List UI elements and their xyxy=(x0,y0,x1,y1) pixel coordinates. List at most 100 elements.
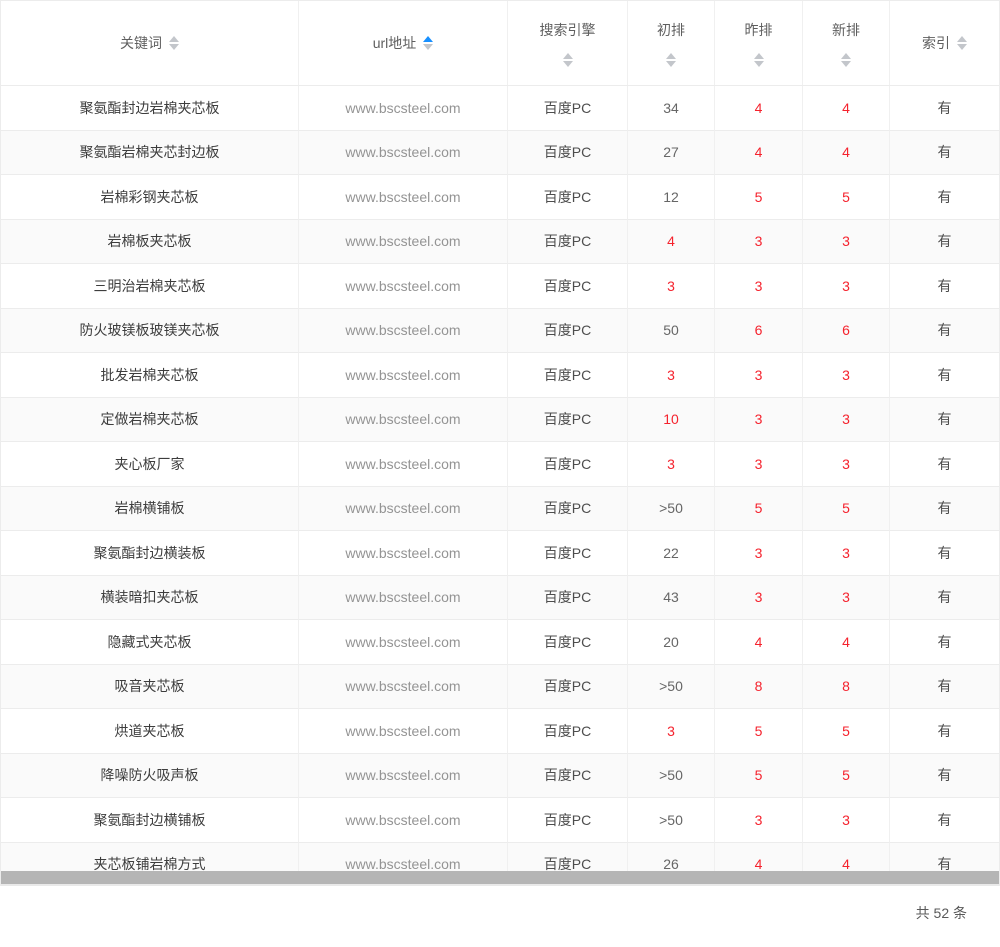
init-rank-cell: >50 xyxy=(628,754,715,799)
url-cell: www.bscsteel.com xyxy=(299,264,508,309)
table-row: 夹芯板铺岩棉方式www.bscsteel.com百度PC2644有 xyxy=(1,843,999,873)
engine-cell: 百度PC xyxy=(508,398,628,443)
keyword-cell: 聚氨酯封边横装板 xyxy=(1,531,299,576)
sort-carets-icon[interactable] xyxy=(666,53,676,67)
init-rank-cell: >50 xyxy=(628,665,715,710)
init-rank-cell: 10 xyxy=(628,398,715,443)
url-cell: www.bscsteel.com xyxy=(299,220,508,265)
url-cell: www.bscsteel.com xyxy=(299,131,508,176)
keyword-cell: 定做岩棉夹芯板 xyxy=(1,398,299,443)
keyword-cell: 三明治岩棉夹芯板 xyxy=(1,264,299,309)
sort-carets-icon[interactable] xyxy=(841,53,851,67)
url-cell: www.bscsteel.com xyxy=(299,175,508,220)
sort-carets-icon[interactable] xyxy=(754,53,764,67)
column-label-yesterday-rank: 昨排 xyxy=(745,20,773,40)
init-rank-cell: 50 xyxy=(628,309,715,354)
prev-rank-cell: 3 xyxy=(715,220,803,265)
url-cell: www.bscsteel.com xyxy=(299,442,508,487)
table-row: 隐藏式夹芯板www.bscsteel.com百度PC2044有 xyxy=(1,620,999,665)
engine-cell: 百度PC xyxy=(508,220,628,265)
init-rank-cell: >50 xyxy=(628,487,715,532)
keyword-cell: 岩棉彩钢夹芯板 xyxy=(1,175,299,220)
new-rank-cell: 3 xyxy=(803,398,890,443)
table-row: 吸音夹芯板www.bscsteel.com百度PC>5088有 xyxy=(1,665,999,710)
keyword-cell: 夹芯板铺岩棉方式 xyxy=(1,843,299,873)
init-rank-cell: 3 xyxy=(628,442,715,487)
init-rank-cell: 26 xyxy=(628,843,715,873)
table-row: 横装暗扣夹芯板www.bscsteel.com百度PC4333有 xyxy=(1,576,999,621)
table-body: 聚氨酯封边岩棉夹芯板www.bscsteel.com百度PC3444有聚氨酯岩棉… xyxy=(1,86,999,872)
sort-carets-icon[interactable] xyxy=(169,36,179,50)
column-label-url: url地址 xyxy=(373,33,417,53)
column-header-new-rank[interactable]: 新排 xyxy=(803,1,890,85)
url-cell: www.bscsteel.com xyxy=(299,576,508,621)
table-row: 定做岩棉夹芯板www.bscsteel.com百度PC1033有 xyxy=(1,398,999,443)
index-cell: 有 xyxy=(890,309,999,354)
engine-cell: 百度PC xyxy=(508,264,628,309)
column-header-url[interactable]: url地址 xyxy=(299,1,508,85)
engine-cell: 百度PC xyxy=(508,798,628,843)
index-cell: 有 xyxy=(890,131,999,176)
column-header-initial-rank[interactable]: 初排 xyxy=(628,1,715,85)
sort-carets-icon[interactable] xyxy=(563,53,573,67)
index-cell: 有 xyxy=(890,398,999,443)
column-header-keyword[interactable]: 关键词 xyxy=(1,1,299,85)
column-header-yesterday-rank[interactable]: 昨排 xyxy=(715,1,803,85)
new-rank-cell: 5 xyxy=(803,709,890,754)
engine-cell: 百度PC xyxy=(508,175,628,220)
keyword-cell: 烘道夹芯板 xyxy=(1,709,299,754)
index-cell: 有 xyxy=(890,531,999,576)
engine-cell: 百度PC xyxy=(508,487,628,532)
index-cell: 有 xyxy=(890,442,999,487)
init-rank-cell: 3 xyxy=(628,709,715,754)
column-label-initial-rank: 初排 xyxy=(657,20,685,40)
init-rank-cell: 4 xyxy=(628,220,715,265)
horizontal-scrollbar[interactable] xyxy=(1,871,999,886)
engine-cell: 百度PC xyxy=(508,131,628,176)
scrollbar-thumb[interactable] xyxy=(1,871,999,884)
new-rank-cell: 5 xyxy=(803,175,890,220)
engine-cell: 百度PC xyxy=(508,309,628,354)
keyword-cell: 岩棉横铺板 xyxy=(1,487,299,532)
new-rank-cell: 3 xyxy=(803,264,890,309)
index-cell: 有 xyxy=(890,665,999,710)
url-cell: www.bscsteel.com xyxy=(299,309,508,354)
prev-rank-cell: 3 xyxy=(715,442,803,487)
new-rank-cell: 3 xyxy=(803,531,890,576)
sort-carets-icon[interactable] xyxy=(423,36,433,50)
table-row: 岩棉板夹芯板www.bscsteel.com百度PC433有 xyxy=(1,220,999,265)
column-label-new-rank: 新排 xyxy=(832,20,860,40)
keyword-cell: 横装暗扣夹芯板 xyxy=(1,576,299,621)
prev-rank-cell: 5 xyxy=(715,754,803,799)
new-rank-cell: 3 xyxy=(803,442,890,487)
url-cell: www.bscsteel.com xyxy=(299,487,508,532)
prev-rank-cell: 6 xyxy=(715,309,803,354)
index-cell: 有 xyxy=(890,843,999,873)
column-label-search-engine: 搜索引擎 xyxy=(540,20,596,40)
sort-carets-icon[interactable] xyxy=(957,36,967,50)
prev-rank-cell: 8 xyxy=(715,665,803,710)
url-cell: www.bscsteel.com xyxy=(299,754,508,799)
prev-rank-cell: 4 xyxy=(715,843,803,873)
index-cell: 有 xyxy=(890,709,999,754)
column-header-search-engine[interactable]: 搜索引擎 xyxy=(508,1,628,85)
keyword-rank-table: 关键词 url地址 搜索引擎 初排 昨排 新排 索引 聚氨酯封边岩棉夹芯板www… xyxy=(0,0,1000,886)
engine-cell: 百度PC xyxy=(508,576,628,621)
table-header: 关键词 url地址 搜索引擎 初排 昨排 新排 索引 xyxy=(1,1,999,86)
table-row: 降噪防火吸声板www.bscsteel.com百度PC>5055有 xyxy=(1,754,999,799)
index-cell: 有 xyxy=(890,175,999,220)
table-row: 防火玻镁板玻镁夹芯板www.bscsteel.com百度PC5066有 xyxy=(1,309,999,354)
column-header-index[interactable]: 索引 xyxy=(890,1,999,85)
engine-cell: 百度PC xyxy=(508,843,628,873)
prev-rank-cell: 3 xyxy=(715,531,803,576)
table-row: 聚氨酯封边横装板www.bscsteel.com百度PC2233有 xyxy=(1,531,999,576)
table-row: 烘道夹芯板www.bscsteel.com百度PC355有 xyxy=(1,709,999,754)
table-row: 三明治岩棉夹芯板www.bscsteel.com百度PC333有 xyxy=(1,264,999,309)
keyword-cell: 聚氨酯岩棉夹芯封边板 xyxy=(1,131,299,176)
table-footer: 共 52 条 xyxy=(0,903,1000,923)
url-cell: www.bscsteel.com xyxy=(299,843,508,873)
engine-cell: 百度PC xyxy=(508,620,628,665)
keyword-cell: 防火玻镁板玻镁夹芯板 xyxy=(1,309,299,354)
table-row: 批发岩棉夹芯板www.bscsteel.com百度PC333有 xyxy=(1,353,999,398)
engine-cell: 百度PC xyxy=(508,442,628,487)
